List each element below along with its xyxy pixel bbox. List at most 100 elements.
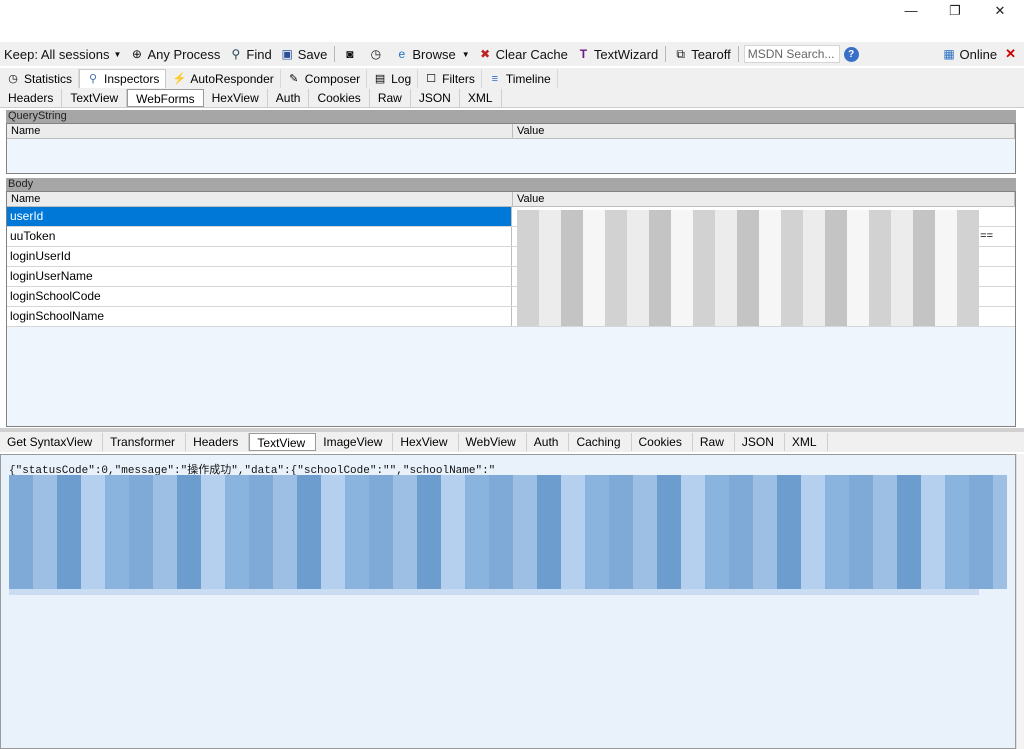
req-tab-textview[interactable]: TextView: [62, 88, 128, 107]
toolbar-separator: [334, 46, 336, 62]
row-name: loginSchoolName: [7, 307, 512, 326]
req-tab-raw[interactable]: Raw: [370, 88, 411, 107]
resp-tab-raw[interactable]: Raw: [693, 433, 735, 451]
resp-tab-syntaxview[interactable]: Get SyntaxView: [0, 433, 104, 451]
resp-tab-imageview[interactable]: ImageView: [316, 433, 394, 451]
dropdown-arrow-icon: ▼: [113, 49, 122, 59]
resp-tab-hexview[interactable]: HexView: [393, 433, 459, 451]
tearoff-icon: ⧉: [676, 46, 685, 61]
main-tab-strip: ◷ Statistics ⚲ Inspectors ⚡ AutoResponder ✎…: [0, 68, 1024, 88]
dropdown-arrow-icon: ▼: [461, 49, 470, 59]
restore-button[interactable]: ❐: [940, 2, 970, 20]
qs-col-value[interactable]: Value: [513, 124, 1015, 139]
clear-cache-label: Clear Cache: [495, 46, 568, 62]
req-tab-xml[interactable]: XML: [460, 88, 502, 107]
resp-tab-headers[interactable]: Headers: [186, 433, 250, 451]
tab-label: AutoResponder: [190, 71, 274, 86]
pencil-icon: ✎: [289, 72, 299, 85]
vertical-scrollbar[interactable]: [1016, 454, 1024, 749]
querystring-grid[interactable]: Name Value: [6, 123, 1016, 174]
request-inspector-tabs: Headers TextView WebForms HexView Auth C…: [0, 88, 1024, 108]
tab-statistics[interactable]: ◷ Statistics: [0, 69, 80, 88]
req-tab-cookies[interactable]: Cookies: [309, 88, 370, 107]
keep-sessions-dropdown[interactable]: Keep: All sessions ▼: [0, 42, 125, 66]
tab-label: Inspectors: [104, 72, 160, 86]
network-icon: ▦: [943, 46, 955, 61]
resp-tab-cookies[interactable]: Cookies: [632, 433, 693, 451]
body-grid[interactable]: Name Value userId uuToken == loginUserId …: [6, 191, 1016, 427]
resp-tab-xml[interactable]: XML: [785, 433, 828, 451]
token-suffix: ==: [980, 230, 993, 242]
clear-cache-icon: ✖: [480, 46, 491, 61]
req-tab-webforms[interactable]: WebForms: [127, 88, 204, 107]
tearoff-button[interactable]: ⧉ Tearoff: [669, 42, 735, 66]
camera-icon: ◙: [346, 46, 354, 61]
toolbar-separator: [665, 46, 667, 62]
tab-timeline[interactable]: ≡ Timeline: [482, 69, 558, 88]
find-button[interactable]: ⚲ Find: [224, 42, 275, 66]
save-icon: ▣: [281, 46, 293, 61]
online-label: Online: [959, 46, 998, 62]
title-bar: — ❐ ✕: [0, 0, 1024, 22]
tab-inspectors[interactable]: ⚲ Inspectors: [79, 69, 167, 88]
tab-label: Statistics: [24, 71, 73, 86]
help-button[interactable]: ?: [840, 42, 866, 66]
textwizard-icon: T: [579, 46, 588, 61]
tab-filters[interactable]: ☐ Filters: [418, 69, 482, 88]
textwizard-button[interactable]: T TextWizard: [572, 42, 662, 66]
browser-icon: e: [398, 46, 406, 61]
resp-tab-caching[interactable]: Caching: [569, 433, 632, 451]
response-inspector-tabs: Get SyntaxView Transformer Headers TextV…: [0, 432, 1024, 452]
help-icon: ?: [843, 46, 859, 62]
lightning-icon: ⚡: [172, 72, 187, 85]
resp-tab-textview[interactable]: TextView: [249, 433, 317, 451]
tab-autoresponder[interactable]: ⚡ AutoResponder: [166, 69, 281, 88]
tab-label: Filters: [442, 71, 475, 86]
main-toolbar: Keep: All sessions ▼ ⊕ Any Process ⚲ Find ▣…: [0, 42, 1024, 66]
close-toolbar-icon[interactable]: ✕: [1001, 42, 1024, 66]
minimize-button[interactable]: —: [896, 2, 926, 20]
resp-tab-auth[interactable]: Auth: [527, 433, 570, 451]
tearoff-label: Tearoff: [691, 46, 731, 62]
magnifier-icon: ⚲: [88, 73, 98, 85]
save-button[interactable]: ▣ Save: [276, 42, 332, 66]
response-textview[interactable]: {"statusCode":0,"message":"操作成功","data":…: [0, 454, 1016, 749]
online-status[interactable]: ▦ Online: [938, 42, 1002, 66]
row-name: loginUserName: [7, 267, 512, 286]
document-icon: ▤: [374, 72, 386, 85]
tab-log[interactable]: ▤ Log: [367, 69, 419, 88]
timeline-icon: ≡: [491, 72, 499, 85]
row-name: loginUserId: [7, 247, 512, 266]
redacted-response: [9, 475, 1007, 589]
checkbox-icon: ☐: [426, 72, 437, 85]
timer-button[interactable]: ◷: [364, 42, 390, 66]
any-process-button[interactable]: ⊕ Any Process: [125, 42, 224, 66]
crosshair-icon: ⊕: [131, 46, 142, 61]
req-tab-auth[interactable]: Auth: [268, 88, 310, 107]
qs-col-name[interactable]: Name: [7, 124, 513, 139]
browse-button[interactable]: e Browse ▼: [390, 42, 473, 66]
screenshot-button[interactable]: ◙: [338, 42, 364, 66]
tab-label: Log: [391, 71, 412, 86]
msdn-search-input[interactable]: MSDN Search...: [743, 45, 840, 63]
body-header: Body: [6, 178, 1016, 191]
redacted-values: [517, 210, 979, 326]
resp-tab-json[interactable]: JSON: [735, 433, 785, 451]
row-name: uuToken: [7, 227, 512, 246]
tab-composer[interactable]: ✎ Composer: [281, 69, 368, 88]
clear-cache-button[interactable]: ✖ Clear Cache: [474, 42, 572, 66]
close-window-button[interactable]: ✕: [985, 2, 1015, 20]
req-tab-headers[interactable]: Headers: [0, 88, 63, 107]
stopwatch-icon: ◷: [8, 72, 18, 85]
redacted-response: [9, 589, 979, 595]
find-label: Find: [246, 46, 272, 62]
body-col-name[interactable]: Name: [7, 192, 513, 207]
req-tab-hexview[interactable]: HexView: [204, 88, 268, 107]
body-col-value[interactable]: Value: [513, 192, 1015, 207]
resp-tab-webview[interactable]: WebView: [459, 433, 527, 451]
tab-label: Timeline: [505, 71, 551, 86]
resp-tab-transformer[interactable]: Transformer: [103, 433, 187, 451]
any-process-label: Any Process: [147, 46, 221, 62]
req-tab-json[interactable]: JSON: [411, 88, 460, 107]
toolbar-separator: [737, 46, 739, 62]
